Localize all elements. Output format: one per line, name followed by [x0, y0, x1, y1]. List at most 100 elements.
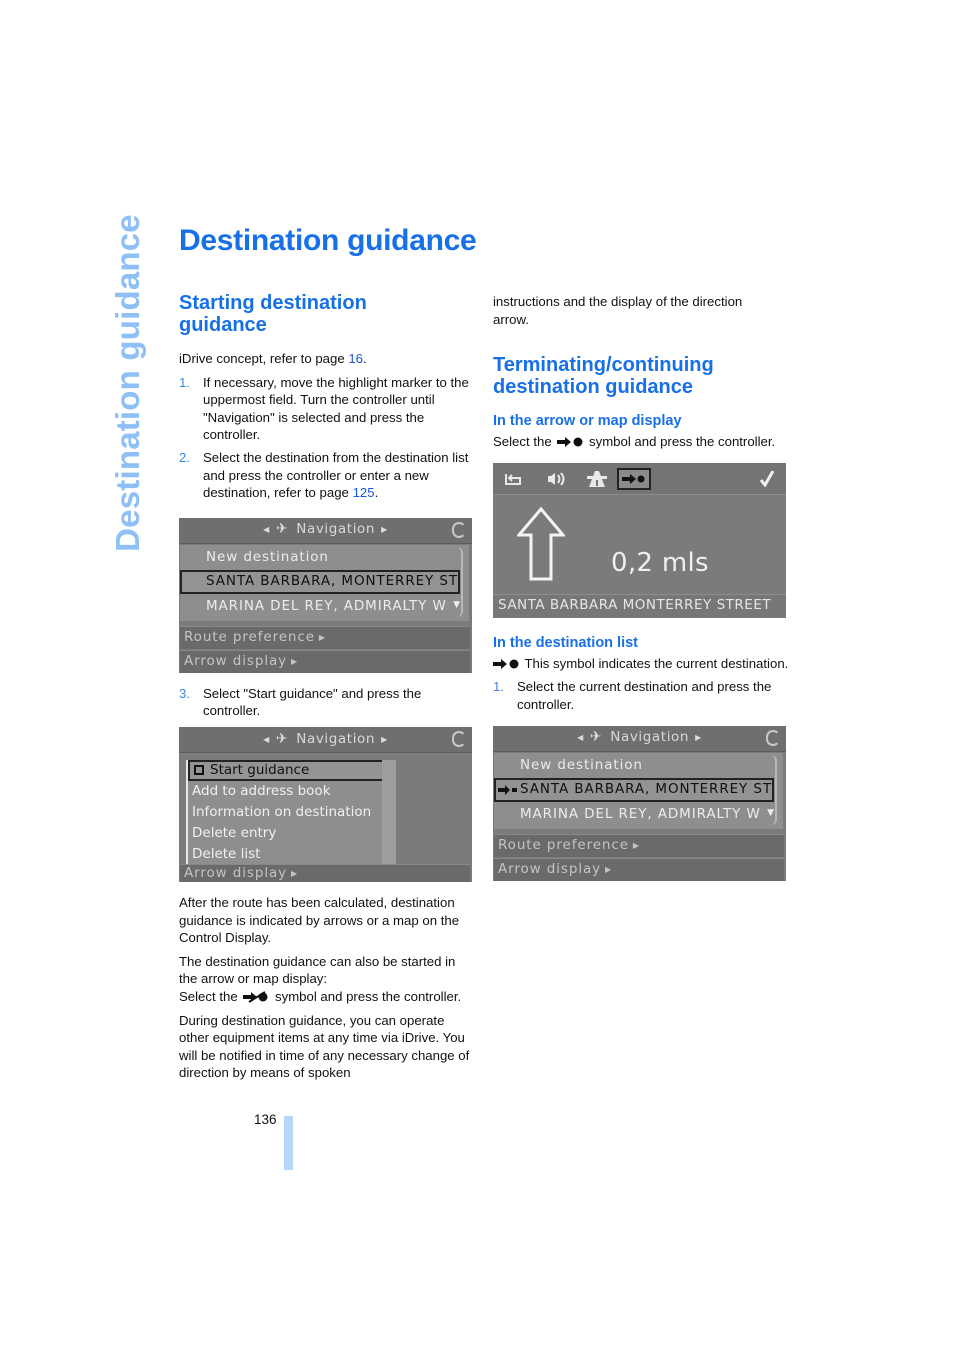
controller-icon [452, 730, 466, 747]
text-prefix: Select the [179, 988, 238, 1004]
paragraph: After the route has been calculated, des… [179, 894, 460, 946]
street-name: SANTA BARBARA MONTERREY STREET [493, 593, 786, 618]
steps-list: 1. Select the current destination and pr… [493, 678, 789, 713]
menu-item[interactable]: Information on destination [188, 802, 396, 823]
toolbar [493, 462, 786, 495]
step-text-prefix: Select the destination from the destinat… [203, 449, 469, 501]
start-guidance-symbol-icon [243, 991, 269, 1003]
checkbox-icon [194, 765, 204, 776]
check-icon[interactable] [758, 469, 776, 489]
text-suffix: symbol and press the controller. [589, 434, 776, 450]
direction-arrow-straight-icon [515, 506, 567, 587]
right-arrow-icon: ▶ [605, 864, 613, 874]
step-item: 2. Select the destination from the desti… [179, 449, 475, 502]
subheading-destination-list: In the destination list [493, 634, 639, 651]
menu-bar-route-preference[interactable]: Route preference ▶ [180, 625, 470, 649]
step-text: If necessary, move the highlight marker … [203, 374, 469, 443]
menu-item[interactable]: Add to address book [188, 781, 396, 802]
page-number: 136 [254, 1112, 277, 1127]
step-number: 1. [493, 679, 504, 695]
menu-bar-arrow-display[interactable]: Arrow display ▶ [494, 857, 784, 881]
list-item[interactable]: New destination [494, 754, 774, 778]
step-text: Select the current destination and press… [517, 679, 772, 712]
subheading-arrow-map: In the arrow or map display [493, 413, 682, 430]
right-arrow-icon: ▶ [291, 868, 299, 878]
screen-header: ◀ ✈ Navigation ▶ [493, 725, 786, 752]
satellite-icon: ✈ [275, 521, 289, 538]
step-item: 3. Select "Start guidance" and press the… [179, 685, 475, 720]
screen-header: ◀ ✈ Navigation ▶ [179, 517, 472, 544]
page-marker-bar [284, 1116, 293, 1170]
menu-bar-arrow-display[interactable]: Arrow display ▶ [180, 863, 470, 882]
paragraph: Select the symbol and press the controll… [493, 433, 789, 451]
scroll-down-icon: ▼ [453, 600, 460, 611]
destination-list: New destination SANTA BARBARA, MONTERREY… [494, 752, 783, 829]
list-item-selected[interactable]: SANTA BARBARA, MONTERREY ST [494, 777, 774, 802]
voice-icon[interactable] [543, 469, 569, 489]
step-text: Select the destination from the destinat… [203, 449, 475, 502]
section-heading-terminating: Terminating/continuing destination guida… [493, 354, 714, 399]
context-menu: Start guidance Add to address book Infor… [186, 759, 396, 865]
destination-guidance-symbol-icon [557, 436, 583, 448]
menu-bar-route-preference[interactable]: Route preference ▶ [494, 833, 784, 857]
bar-label: Arrow display [184, 652, 288, 669]
paragraph: The destination guidance can also be sta… [179, 953, 456, 987]
section-heading-starting: Starting destination guidance [179, 292, 367, 336]
list-item-label: SANTA BARBARA, MONTERREY ST [520, 780, 772, 797]
menu-item[interactable]: Delete entry [188, 823, 396, 844]
step-text-suffix: . [374, 485, 379, 501]
steps-list: 1. If necessary, move the highlight mark… [179, 374, 475, 502]
step-item: 1. Select the current destination and pr… [493, 678, 789, 713]
return-icon[interactable] [503, 469, 523, 489]
page-link-125[interactable]: 125 [353, 485, 375, 500]
right-arrow-icon: ▶ [695, 733, 702, 743]
text-suffix: symbol and press the controller. [275, 988, 462, 1004]
left-column: Starting destination guidance iDrive con… [179, 292, 475, 1088]
step-text: Select "Start guidance" and press the co… [203, 685, 422, 719]
destination-guidance-icon[interactable] [617, 467, 651, 490]
page-link-16[interactable]: 16 [348, 351, 363, 366]
scroll-down-icon: ▼ [767, 807, 774, 818]
list-item[interactable]: MARINA DEL REY, ADMIRALTY W [494, 803, 774, 827]
satellite-icon: ✈ [275, 730, 289, 747]
right-arrow-icon: ▶ [632, 840, 640, 850]
right-arrow-icon: ▶ [291, 656, 299, 666]
bar-label: Arrow display [498, 860, 602, 877]
list-item[interactable]: MARINA DEL REY, ADMIRALTY W [180, 595, 460, 619]
side-tab: Destination guidance [104, 214, 152, 552]
bar-label: Route preference [184, 628, 315, 645]
left-arrow-icon: ◀ [263, 525, 270, 535]
paragraph: This symbol indicates the current destin… [493, 655, 789, 673]
distance-readout: 0,2 mls [611, 547, 709, 578]
menu-item-start-guidance[interactable]: Start guidance [188, 759, 384, 781]
idrive-screen-destination-list: ◀ ✈ Navigation ▶ New destination SANTA B… [179, 517, 472, 673]
right-column: instructions and the display of the dire… [493, 293, 789, 881]
bar-label: Route preference [498, 836, 629, 853]
scrollbar[interactable] [382, 759, 396, 864]
current-destination-symbol-icon [498, 784, 518, 795]
right-arrow-icon: ▶ [318, 632, 326, 642]
paragraph: instructions and the display of the dire… [493, 294, 743, 327]
idrive-screen-current-destination: ◀ ✈ Navigation ▶ New destination SANTA B… [493, 725, 786, 881]
header-title: Navigation [610, 729, 690, 746]
side-tab-label: Destination guidance [109, 213, 146, 552]
list-item[interactable]: New destination [180, 546, 460, 570]
idrive-screen-start-guidance: ◀ ✈ Navigation ▶ Start guidance Add to a… [179, 726, 472, 882]
menu-item[interactable]: Delete list [188, 844, 396, 865]
controller-icon [766, 729, 780, 746]
menu-bar-arrow-display[interactable]: Arrow display ▶ [180, 649, 470, 673]
road-icon[interactable] [586, 469, 608, 489]
right-arrow-icon: ▶ [381, 525, 388, 535]
page-title: Destination guidance [179, 224, 477, 257]
left-arrow-icon: ◀ [263, 734, 270, 744]
idrive-screen-arrow-display: 0,2 mls SANTA BARBARA MONTERREY STREET [493, 462, 786, 618]
step-item: 1. If necessary, move the highlight mark… [179, 374, 475, 444]
satellite-icon: ✈ [589, 729, 603, 746]
symbol-description: This symbol indicates the current destin… [524, 655, 789, 671]
menu-item-label: Start guidance [210, 761, 310, 778]
controller-icon [452, 521, 466, 538]
list-item-selected[interactable]: SANTA BARBARA, MONTERREY ST [180, 569, 460, 594]
header-title: Navigation [296, 521, 376, 538]
paragraph: Select the symbol and press the controll… [179, 988, 475, 1006]
steps-list: 3. Select "Start guidance" and press the… [179, 685, 475, 720]
